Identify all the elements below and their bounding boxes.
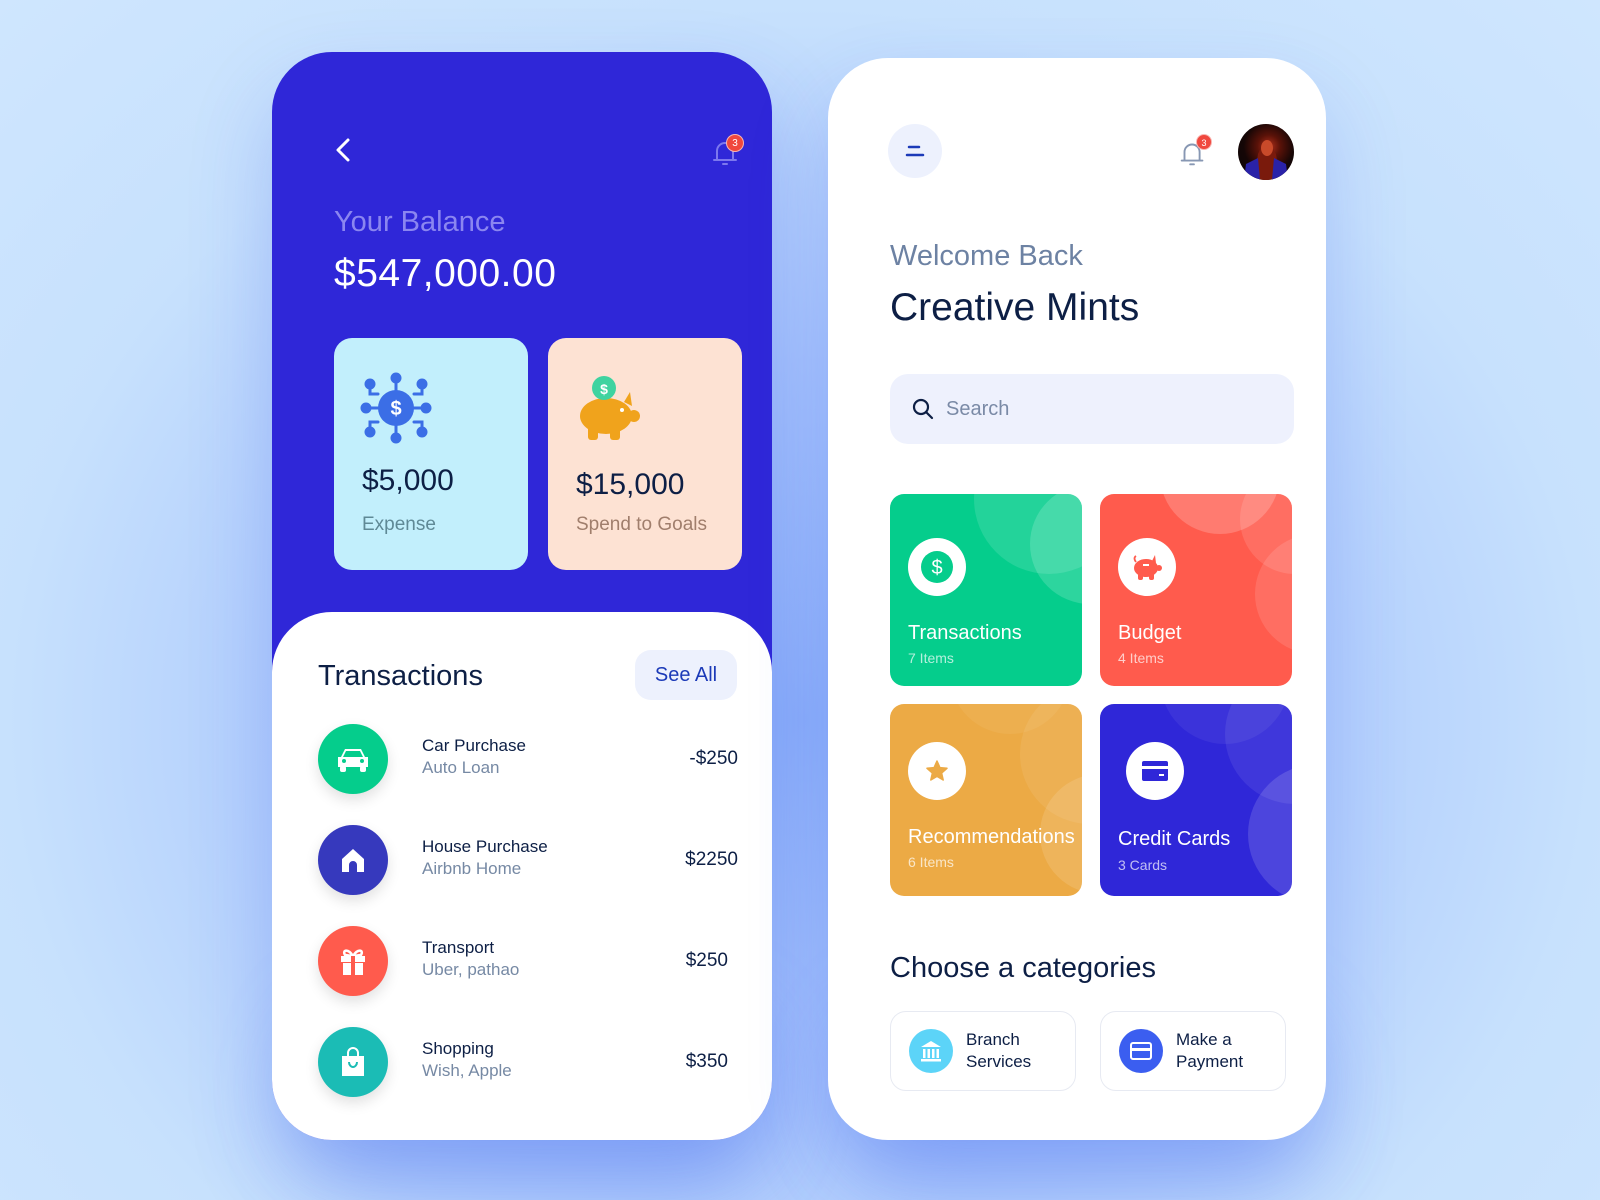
goals-label: Spend to Goals bbox=[576, 514, 707, 535]
tile-title: Budget bbox=[1118, 622, 1182, 644]
menu-button[interactable] bbox=[888, 124, 942, 178]
category-make-payment[interactable]: Make a Payment bbox=[1100, 1011, 1286, 1091]
transaction-row[interactable]: Transport Uber, pathao $250 bbox=[318, 926, 738, 998]
transaction-row[interactable]: Car Purchase Auto Loan -$250 bbox=[318, 724, 738, 796]
category-icon-circle bbox=[909, 1029, 953, 1073]
transaction-icon-circle bbox=[318, 825, 388, 895]
tile-count: 3 Cards bbox=[1118, 857, 1168, 873]
expense-label: Expense bbox=[362, 514, 436, 535]
transaction-name: House Purchase bbox=[422, 837, 548, 856]
tile-transactions[interactable]: $ Transactions 7 Items bbox=[890, 494, 1082, 686]
category-label-line: Branch bbox=[966, 1030, 1020, 1049]
tile-recommendations[interactable]: Recommendations 6 Items bbox=[890, 704, 1082, 896]
svg-text:$: $ bbox=[931, 557, 942, 579]
transaction-name: Shopping bbox=[422, 1039, 494, 1058]
category-label-line: Payment bbox=[1176, 1052, 1244, 1071]
tile-icon-circle bbox=[1118, 538, 1176, 596]
tile-icon-circle bbox=[1126, 742, 1184, 800]
shopping-bag-icon bbox=[342, 1047, 364, 1076]
tile-count: 6 Items bbox=[908, 854, 954, 870]
piggy-bank-icon bbox=[1133, 555, 1162, 580]
search-icon bbox=[912, 398, 934, 420]
tile-count: 4 Items bbox=[1118, 650, 1164, 666]
search-input[interactable] bbox=[946, 374, 1276, 444]
tile-title: Credit Cards bbox=[1118, 828, 1231, 850]
category-label-line: Make a bbox=[1176, 1030, 1232, 1049]
see-all-button[interactable]: See All bbox=[635, 650, 737, 700]
piggy-bank-icon: $ bbox=[580, 376, 640, 440]
tile-icon-circle: $ bbox=[908, 538, 966, 596]
balance-label: Your Balance bbox=[334, 206, 506, 238]
back-button[interactable] bbox=[330, 134, 358, 166]
transaction-sub: Auto Loan bbox=[422, 758, 500, 777]
category-label: Make a Payment bbox=[1176, 1029, 1243, 1073]
transaction-row[interactable]: Shopping Wish, Apple $350 bbox=[318, 1027, 738, 1099]
tile-count: 7 Items bbox=[908, 650, 954, 666]
tile-credit-cards[interactable]: Credit Cards 3 Cards bbox=[1100, 704, 1292, 896]
notification-badge: 3 bbox=[1196, 134, 1212, 150]
transactions-sheet: Transactions See All Car Purchase Auto L… bbox=[272, 612, 772, 1140]
notifications-button[interactable]: 3 bbox=[708, 134, 744, 170]
notification-badge: 3 bbox=[726, 134, 744, 152]
transaction-amount: -$250 bbox=[689, 748, 738, 769]
category-branch-services[interactable]: Branch Services bbox=[890, 1011, 1076, 1091]
balance-screen: 3 Your Balance $547,000.00 $ $5,000 Expe… bbox=[272, 52, 772, 1140]
home-icon bbox=[342, 849, 364, 872]
transaction-sub: Wish, Apple bbox=[422, 1061, 512, 1080]
category-label: Branch Services bbox=[966, 1029, 1031, 1073]
gift-icon bbox=[341, 949, 365, 975]
car-icon bbox=[338, 749, 368, 772]
transaction-row[interactable]: House Purchase Airbnb Home $2250 bbox=[318, 825, 738, 897]
menu-icon bbox=[905, 145, 925, 157]
transaction-sub: Airbnb Home bbox=[422, 859, 522, 878]
transaction-name: Car Purchase bbox=[422, 736, 526, 755]
expense-card[interactable]: $ $5,000 Expense bbox=[334, 338, 528, 570]
bank-icon bbox=[921, 1041, 941, 1062]
money-network-icon: $ bbox=[360, 372, 432, 444]
svg-text:$: $ bbox=[390, 398, 401, 420]
tile-title: Recommendations bbox=[908, 826, 1075, 848]
star-icon bbox=[926, 760, 948, 781]
categories-heading: Choose a categories bbox=[890, 952, 1156, 984]
balance-value: $547,000.00 bbox=[334, 252, 557, 295]
category-icon-circle bbox=[1119, 1029, 1163, 1073]
goals-card[interactable]: $ $15,000 Spend to Goals bbox=[548, 338, 742, 570]
expense-value: $5,000 bbox=[362, 464, 454, 497]
search-bar[interactable] bbox=[890, 374, 1294, 444]
avatar[interactable] bbox=[1238, 124, 1294, 180]
transaction-amount: $250 bbox=[685, 950, 728, 971]
transaction-sub: Uber, pathao bbox=[422, 960, 520, 979]
notifications-button[interactable]: 3 bbox=[1176, 134, 1212, 170]
chevron-left-icon bbox=[336, 138, 350, 162]
transaction-icon-circle bbox=[318, 926, 388, 996]
user-photo bbox=[1244, 140, 1288, 180]
transaction-icon-circle bbox=[318, 724, 388, 794]
credit-card-icon bbox=[1142, 761, 1168, 781]
svg-text:$: $ bbox=[600, 381, 608, 397]
category-label-line: Services bbox=[966, 1052, 1032, 1071]
home-screen: 3 Welcome Back Creative Mints $ Transact… bbox=[828, 58, 1326, 1140]
transaction-name: Transport bbox=[422, 938, 495, 957]
user-name: Creative Mints bbox=[890, 286, 1140, 329]
tile-title: Transactions bbox=[908, 622, 1022, 644]
transaction-amount: $2250 bbox=[685, 849, 738, 870]
tile-icon-circle bbox=[908, 742, 966, 800]
transaction-icon-circle bbox=[318, 1027, 388, 1097]
dollar-icon: $ bbox=[921, 551, 953, 583]
transactions-heading: Transactions bbox=[318, 660, 483, 692]
welcome-text: Welcome Back bbox=[890, 240, 1083, 272]
goals-value: $15,000 bbox=[576, 468, 685, 501]
card-icon bbox=[1130, 1042, 1152, 1060]
transaction-amount: $350 bbox=[685, 1051, 728, 1072]
tile-budget[interactable]: Budget 4 Items bbox=[1100, 494, 1292, 686]
